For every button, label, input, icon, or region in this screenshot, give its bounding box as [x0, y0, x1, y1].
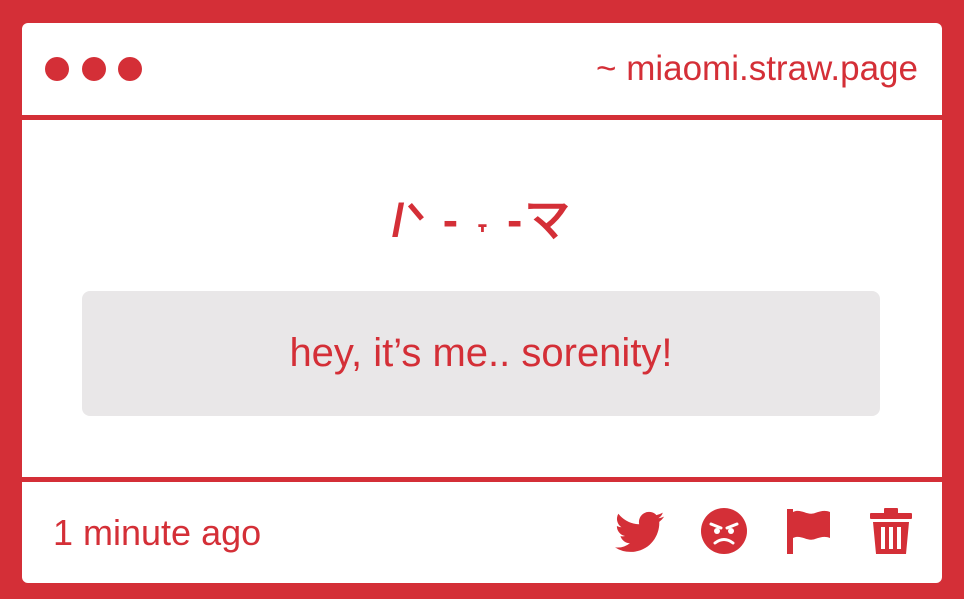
trash-icon	[870, 508, 912, 554]
report-button[interactable]	[783, 506, 833, 556]
window-dot-icon	[45, 57, 69, 81]
window-dot-icon	[118, 57, 142, 81]
angry-face-icon	[701, 508, 747, 554]
post-card: ~ miaomi.straw.page /ᐠ - ˕ -マ hey, it’s …	[22, 23, 942, 583]
twitter-bird-icon	[615, 511, 665, 552]
site-url[interactable]: ~ miaomi.straw.page	[596, 47, 918, 91]
post-content: /ᐠ - ˕ -マ hey, it’s me.. sorenity!	[22, 120, 942, 477]
post-timestamp: 1 minute ago	[53, 512, 262, 553]
window-dot-icon	[82, 57, 106, 81]
react-angry-button[interactable]	[699, 506, 749, 556]
share-twitter-button[interactable]	[615, 506, 665, 556]
delete-button[interactable]	[866, 506, 916, 556]
flag-icon	[787, 509, 830, 554]
post-kaomoji: /ᐠ - ˕ -マ	[391, 194, 573, 246]
post-footer: 1 minute ago	[22, 482, 942, 583]
window-titlebar: ~ miaomi.straw.page	[22, 23, 942, 115]
message-box: hey, it’s me.. sorenity!	[82, 291, 880, 416]
message-text: hey, it’s me.. sorenity!	[289, 331, 673, 375]
